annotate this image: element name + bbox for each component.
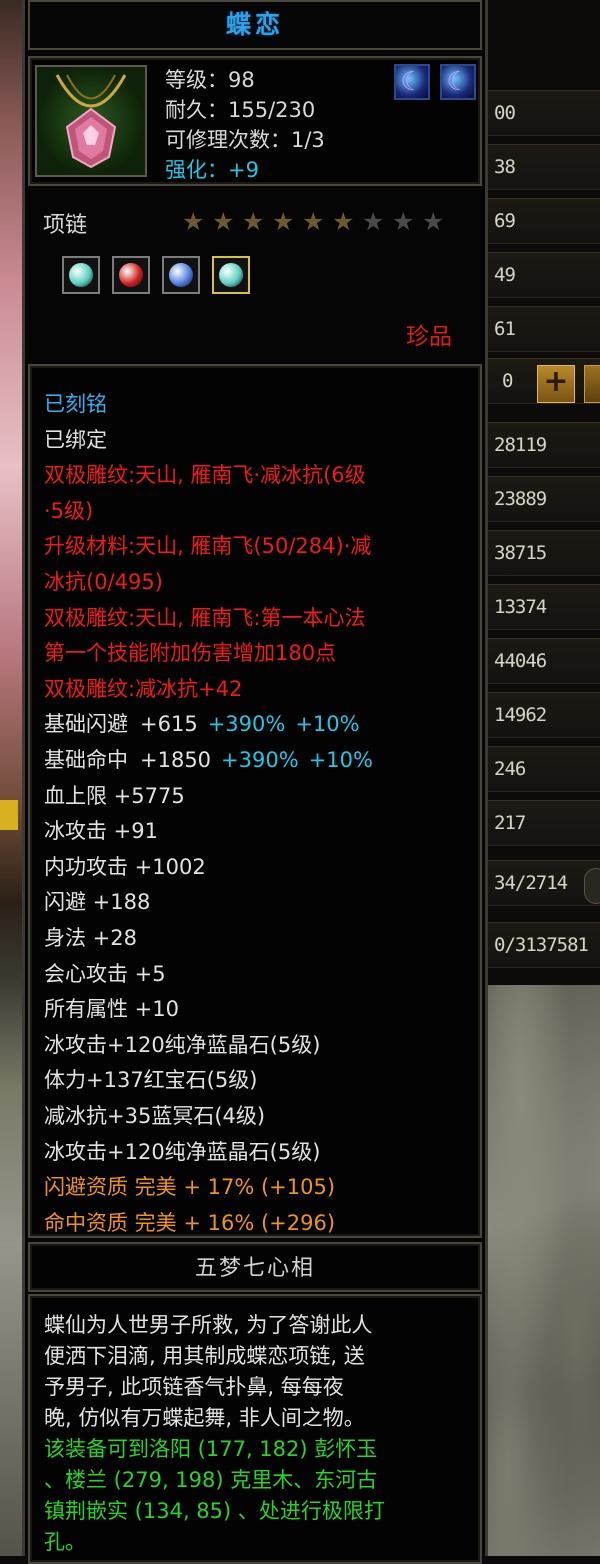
background-stat-value: 38715 [494, 542, 547, 564]
gem-stat-line: 减冰抗+35蓝冥石(4级) [44, 1104, 266, 1128]
item-rarity: 珍品 [406, 324, 452, 350]
star-icon: ★ [272, 207, 295, 236]
attribute-line: 已刻铭 [44, 392, 107, 416]
background-stat-value: 246 [494, 758, 526, 780]
stat-line: 冰攻击 +91 [44, 819, 158, 843]
gem-slot[interactable] [112, 256, 150, 294]
attribute-line: ·5级) [44, 499, 94, 523]
base-stat-label: 基础命中 [44, 748, 128, 772]
base-stat-value: +1850 [140, 748, 212, 772]
attribute-line: 双极雕纹:天山, 雁南飞·减冰抗(6级 [44, 463, 366, 487]
blue-gem-icon [169, 263, 193, 287]
base-stat-extra2: +10% [308, 748, 373, 772]
background-stat-value: 14962 [494, 704, 547, 726]
base-stat-extra1: +390% [221, 748, 299, 772]
necklace-icon [35, 65, 147, 177]
gem-stat-line: 冰攻击+120纯净蓝晶石(5级) [44, 1033, 321, 1057]
red-gem-icon [119, 263, 143, 287]
background-stat-value: 00 [494, 102, 516, 124]
set-name: 五梦七心相 [194, 1256, 315, 1281]
description-line: 晚, 仿似有万蝶起舞, 非人间之物。 [44, 1406, 365, 1430]
background-stat-value: 44046 [494, 650, 547, 672]
background-stat-value: 38 [494, 156, 516, 178]
attribute-line: 双极雕纹:减冰抗+42 [44, 677, 243, 701]
background-stat-value: 69 [494, 210, 516, 232]
gem-stat-line: 冰攻击+120纯净蓝晶石(5级) [44, 1140, 321, 1164]
background-character-art [0, 0, 24, 1556]
background-scroll-handle[interactable] [584, 868, 600, 904]
background-stat-value: 34/2714 [494, 872, 568, 894]
gem-slot[interactable] [62, 256, 100, 294]
location-hint-line: 孔。 [44, 1530, 86, 1554]
star-icon: ★ [182, 207, 205, 236]
star-icon: ★ [422, 207, 445, 236]
attribute-line: 第一个技能附加伤害增加180点 [44, 641, 337, 665]
stat-line: 闪避 +188 [44, 890, 151, 914]
item-type: 项链 [43, 213, 88, 238]
quality-line: 闪避资质 完美 + 17% (+105) [44, 1175, 336, 1199]
item-level: 等级：98 [165, 68, 255, 92]
background-button-fragment[interactable] [584, 365, 600, 403]
item-name: 蝶恋 [225, 10, 284, 39]
item-durability: 耐久：155/230 [165, 98, 316, 122]
stat-line: 血上限 +5775 [44, 784, 185, 808]
base-stat-line: 基础闪避 +615 +390% +10% [44, 708, 370, 738]
cyan-gem-icon [69, 263, 93, 287]
description-line: 予男子, 此项链香气扑鼻, 每每夜 [44, 1375, 344, 1399]
star-icon: ★ [362, 207, 385, 236]
star-icon: ★ [212, 207, 235, 236]
background-ui-fragment [0, 800, 18, 830]
attribute-line: 双极雕纹:天山, 雁南飞:第一本心法 [44, 606, 366, 630]
attribute-line: 已绑定 [44, 428, 107, 452]
background-stat-value: 217 [494, 812, 526, 834]
base-stat-extra1: +390% [207, 712, 286, 736]
stat-line: 会心攻击 +5 [44, 962, 166, 986]
quality-line: 命中资质 完美 + 16% (+296) [44, 1211, 336, 1235]
location-hint-line: 镇荆嵌实 (134, 85) 、处进行极限打 [44, 1499, 385, 1523]
gem-slot[interactable] [162, 256, 200, 294]
base-stat-label: 基础闪避 [44, 712, 128, 736]
description-line: 蝶仙为人世男子所救, 为了答谢此人 [44, 1313, 373, 1337]
base-stat-line: 基础命中 +1850 +390% +10% [44, 744, 383, 774]
skill-rune-icon[interactable]: ☾ [394, 64, 430, 100]
background-stat-value: 0 [502, 370, 513, 392]
base-stat-value: +615 [140, 712, 198, 736]
location-hint-line: 该装备可到洛阳 (177, 182) 彭怀玉 [44, 1437, 378, 1461]
background-stat-value: 23889 [494, 488, 547, 510]
stat-line: 身法 +28 [44, 926, 137, 950]
item-repair-count: 可修理次数：1/3 [165, 128, 325, 152]
cyan-gem-icon [219, 263, 243, 287]
stat-line: 内功攻击 +1002 [44, 855, 206, 879]
background-stat-value: 61 [494, 318, 516, 340]
location-hint-line: 、楼兰 (279, 198) 克里木、东河古 [44, 1468, 378, 1492]
background-rock-terrain [486, 985, 600, 1556]
skill-rune-icon[interactable]: ☾ [440, 64, 476, 100]
gem-slot[interactable] [212, 256, 250, 294]
background-stat-value: 28119 [494, 434, 547, 456]
star-icon: ★ [242, 207, 265, 236]
star-icon: ★ [302, 207, 325, 236]
background-stat-value: 0/3137581 [494, 934, 589, 956]
item-enhance: 强化：+9 [165, 158, 259, 182]
description-line: 便洒下泪滴, 用其制成蝶恋项链, 送 [44, 1344, 365, 1368]
base-stat-extra2: +10% [295, 712, 360, 736]
star-icon: ★ [332, 207, 355, 236]
attribute-line: 升级材料:天山, 雁南飞(50/284)·减 [44, 534, 372, 558]
stat-line: 所有属性 +10 [44, 997, 179, 1021]
gem-stat-line: 体力+137红宝石(5级) [44, 1068, 258, 1092]
background-stat-value: 49 [494, 264, 516, 286]
attribute-line: 冰抗(0/495) [44, 570, 163, 594]
background-stat-value: 13374 [494, 596, 547, 618]
star-icon: ★ [392, 207, 415, 236]
add-point-button[interactable]: + [537, 365, 575, 403]
